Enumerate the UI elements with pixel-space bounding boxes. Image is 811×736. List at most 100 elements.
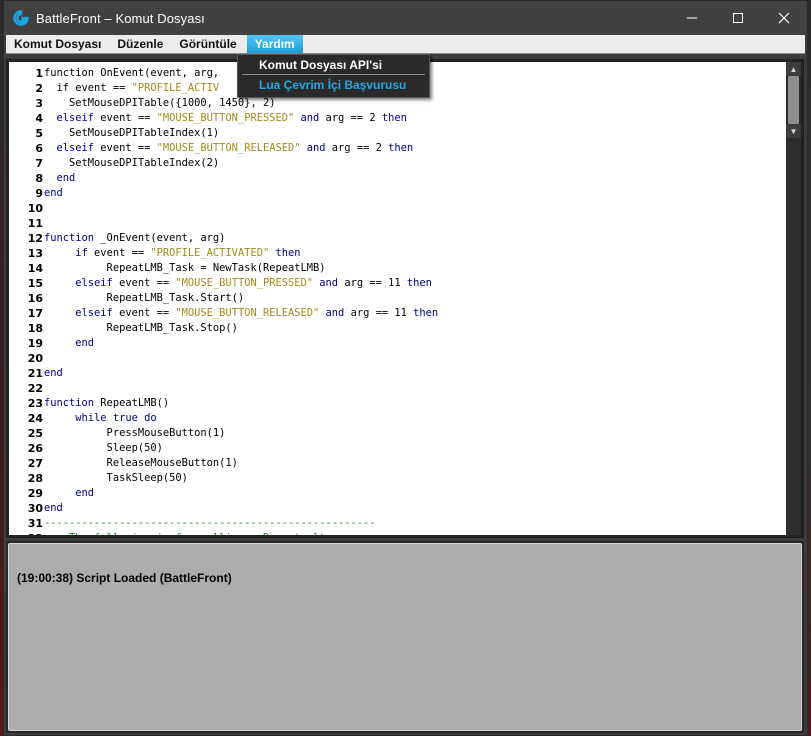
code-token: Sleep(50) xyxy=(44,442,163,454)
code-line[interactable]: Sleep(50) xyxy=(44,441,438,456)
code-line[interactable]: end xyxy=(44,501,438,516)
code-token: event == xyxy=(87,247,151,259)
code-token: "MOUSE_BUTTON_PRESSED" xyxy=(156,112,295,124)
code-token: "MOUSE_BUTTON_PRESSED" xyxy=(175,277,314,289)
code-line[interactable] xyxy=(44,216,438,231)
line-number: 9 xyxy=(35,187,43,200)
code-line[interactable]: elseif event == "MOUSE_BUTTON_RELEASED" … xyxy=(44,141,438,156)
code-line[interactable]: RepeatLMB_Task.Stop() xyxy=(44,321,438,336)
code-line[interactable]: end xyxy=(44,186,438,201)
line-number: 25 xyxy=(27,427,43,440)
code-token: event == xyxy=(94,112,157,124)
code-line[interactable]: PressMouseButton(1) xyxy=(44,426,438,441)
maximize-button[interactable] xyxy=(715,1,761,35)
code-line[interactable]: end xyxy=(44,336,438,351)
code-token: RepeatLMB_Task = NewTask(RepeatLMB) xyxy=(44,262,326,274)
scroll-down-icon[interactable]: ▼ xyxy=(786,124,801,138)
menu-view[interactable]: Görüntüle xyxy=(171,35,244,53)
code-line[interactable]: TaskSleep(50) xyxy=(44,471,438,486)
code-token: TaskSleep(50) xyxy=(44,472,188,484)
line-number: 15 xyxy=(27,277,43,290)
menu-help[interactable]: Yardım xyxy=(246,35,303,53)
line-number: 12 xyxy=(27,232,43,245)
code-line[interactable]: if event == "PROFILE_ACTIVATED" then xyxy=(44,246,438,261)
help-dropdown-menu: Komut Dosyası API'si Lua Çevrim İçi Başv… xyxy=(237,54,430,98)
code-line[interactable]: end xyxy=(44,366,438,381)
code-token: elseif xyxy=(44,112,95,124)
code-area[interactable]: function OnEvent(event, arg, if event ==… xyxy=(44,66,438,535)
line-number: 18 xyxy=(27,322,43,335)
close-button[interactable] xyxy=(761,1,807,35)
code-token: and xyxy=(319,307,345,319)
code-token: arg == 11 xyxy=(344,307,414,319)
code-token: arg == 11 xyxy=(338,277,407,289)
code-line[interactable]: RepeatLMB_Task.Start() xyxy=(44,291,438,306)
scroll-up-icon[interactable]: ▲ xyxy=(786,62,801,76)
line-number: 24 xyxy=(27,412,43,425)
code-line[interactable] xyxy=(44,201,438,216)
code-editor[interactable]: 1 2 3 4 5 6 7 8 9 10 11 12 13 14 15 16 17 18 19 20 21 22 23 24 2… xyxy=(6,59,804,538)
line-number: 7 xyxy=(35,157,43,170)
code-token: RepeatLMB_Task.Start() xyxy=(44,292,245,304)
console-message: (19:00:38) Script Loaded (BattleFront) xyxy=(17,571,232,585)
scrollbar-thumb[interactable] xyxy=(788,76,799,124)
code-line[interactable]: SetMouseDPITableIndex(2) xyxy=(44,156,438,171)
code-token: end xyxy=(44,502,63,514)
script-editor-window: BattleFront – Komut Dosyası Komut Dosyas… xyxy=(3,0,808,736)
line-number: 26 xyxy=(27,442,43,455)
code-token: RepeatLMB_Task.Stop() xyxy=(44,322,238,334)
code-token: SetMouseDPITable({1000, 1450}, 2) xyxy=(44,97,276,109)
code-token: "MOUSE_BUTTON_RELEASED" xyxy=(175,307,320,319)
line-number: 13 xyxy=(27,247,43,260)
menu-script[interactable]: Komut Dosyası xyxy=(6,35,109,53)
close-icon xyxy=(778,12,790,24)
code-line[interactable]: end xyxy=(44,486,438,501)
code-token: event == xyxy=(94,142,157,154)
minimize-icon xyxy=(687,17,697,19)
code-line[interactable]: elseif event == "MOUSE_BUTTON_PRESSED" a… xyxy=(44,111,438,126)
code-line[interactable]: elseif event == "MOUSE_BUTTON_RELEASED" … xyxy=(44,306,438,321)
menu-item-lua-online-reference[interactable]: Lua Çevrim İçi Başvurusu xyxy=(238,75,429,95)
code-line[interactable]: SetMouseDPITable({1000, 1450}, 2) xyxy=(44,96,438,111)
menu-edit[interactable]: Düzenle xyxy=(109,35,171,53)
code-token: "PROFILE_ACTIV xyxy=(131,82,220,94)
code-token: if event == xyxy=(44,82,132,94)
code-token: "PROFILE_ACTIVATED" xyxy=(150,247,270,259)
output-console[interactable]: (19:00:38) Script Loaded (BattleFront) xyxy=(8,543,802,731)
line-number: 14 xyxy=(27,262,43,275)
line-number: 30 xyxy=(27,502,43,515)
vertical-scrollbar[interactable]: ▲ ▼ xyxy=(786,62,801,535)
code-token: event == xyxy=(112,307,176,319)
code-line[interactable]: SetMouseDPITableIndex(1) xyxy=(44,126,438,141)
code-line[interactable] xyxy=(44,351,438,366)
title-bar[interactable]: BattleFront – Komut Dosyası xyxy=(4,1,807,35)
code-line[interactable]: RepeatLMB_Task = NewTask(RepeatLMB) xyxy=(44,261,438,276)
minimize-button[interactable] xyxy=(669,1,715,35)
code-line[interactable]: ReleaseMouseButton(1) xyxy=(44,456,438,471)
code-token: ----------------------------------------… xyxy=(44,517,376,529)
line-number: 20 xyxy=(27,352,43,365)
code-line[interactable]: function RepeatLMB() xyxy=(44,396,438,411)
code-token: then xyxy=(388,142,414,154)
code-line[interactable] xyxy=(44,381,438,396)
code-token: end xyxy=(44,367,63,379)
code-line[interactable]: The following is for polling. Do not alt… xyxy=(44,531,438,535)
code-line[interactable]: while true do xyxy=(44,411,438,426)
code-line[interactable]: function _OnEvent(event, arg) xyxy=(44,231,438,246)
line-number: 4 xyxy=(35,112,43,125)
code-token: end xyxy=(44,337,95,349)
line-number: 11 xyxy=(27,217,43,230)
code-token: end xyxy=(44,172,76,184)
code-token: and xyxy=(300,142,326,154)
line-number: 23 xyxy=(27,397,43,410)
menu-bar: Komut Dosyası Düzenle Görüntüle Yardım xyxy=(6,35,805,54)
line-number: 3 xyxy=(35,97,43,110)
code-token: then xyxy=(406,277,432,289)
maximize-icon xyxy=(733,13,743,23)
code-token: then xyxy=(413,307,439,319)
code-line[interactable]: ----------------------------------------… xyxy=(44,516,438,531)
code-line[interactable]: end xyxy=(44,171,438,186)
menu-item-script-api[interactable]: Komut Dosyası API'si xyxy=(238,55,429,74)
code-token: and xyxy=(313,277,339,289)
code-line[interactable]: elseif event == "MOUSE_BUTTON_PRESSED" a… xyxy=(44,276,438,291)
